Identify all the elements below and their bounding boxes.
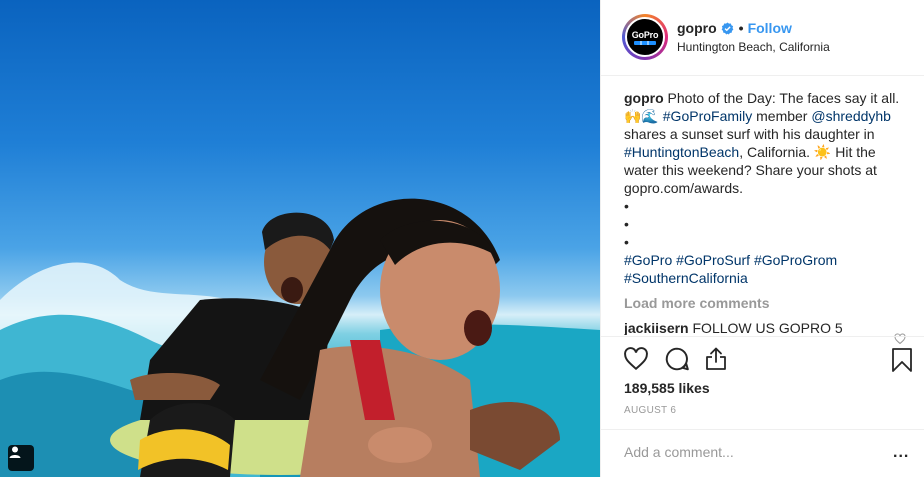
hashtag-gopro[interactable]: #GoPro: [624, 252, 672, 268]
hashtag-huntington-beach[interactable]: #HuntingtonBeach: [624, 144, 739, 160]
post-date[interactable]: AUGUST 6: [624, 405, 676, 416]
comment-input[interactable]: [624, 444, 864, 460]
comment-icon[interactable]: [664, 346, 690, 372]
bookmark-icon[interactable]: [891, 347, 913, 373]
add-comment-section: ...: [601, 429, 924, 477]
mention-shreddyhb[interactable]: @shreddyhb: [811, 108, 891, 124]
surf-photo-illustration: [0, 198, 600, 477]
verified-badge-icon: [721, 21, 734, 35]
caption-bullet: •: [624, 198, 629, 214]
avatar-logo-text: GoPro: [631, 29, 659, 40]
more-options-button[interactable]: ...: [893, 444, 909, 462]
post-detail-panel: GoPro gopro • Follow Huntington Beach, C…: [600, 0, 924, 477]
caption: gopro Photo of the Day: The faces say it…: [624, 89, 908, 287]
caption-text-2: member: [756, 108, 808, 124]
user-tag-icon: [9, 446, 21, 458]
caption-bullet: •: [624, 216, 629, 232]
hashtag-goprogrom[interactable]: #GoProGrom: [754, 252, 837, 268]
gopro-logo: GoPro: [625, 17, 665, 57]
post-photo[interactable]: [0, 0, 600, 477]
location-link[interactable]: Huntington Beach, California: [677, 40, 830, 54]
follow-button[interactable]: Follow: [748, 20, 792, 36]
comment-author[interactable]: jackiisern: [624, 320, 689, 335]
load-more-comments-button[interactable]: Load more comments: [624, 294, 908, 312]
hashtag-gopro-family[interactable]: #GoProFamily: [663, 108, 752, 124]
post-header: GoPro gopro • Follow Huntington Beach, C…: [601, 0, 924, 76]
hashtag-southern-california[interactable]: #SouthernCalifornia: [624, 270, 748, 286]
caption-author[interactable]: gopro: [624, 90, 664, 106]
separator-dot: •: [738, 20, 744, 36]
avatar-logo-bar: [634, 40, 656, 45]
likes-count[interactable]: 189,585 likes: [624, 380, 710, 396]
username-row: gopro • Follow: [677, 20, 792, 36]
username-link[interactable]: gopro: [677, 20, 717, 36]
heart-icon[interactable]: [623, 346, 649, 372]
tag-people-button[interactable]: [8, 445, 34, 471]
share-icon[interactable]: [704, 346, 728, 372]
caption-text-3: shares a sunset surf with his daughter i…: [624, 126, 875, 142]
hashtag-goprosurf[interactable]: #GoProSurf: [676, 252, 750, 268]
caption-bullet: •: [624, 234, 629, 250]
post-actions: 189,585 likes AUGUST 6 ...: [601, 336, 924, 477]
comment-text: FOLLOW US GOPRO 5: [692, 320, 843, 335]
avatar[interactable]: GoPro: [622, 14, 668, 60]
comments-list[interactable]: gopro Photo of the Day: The faces say it…: [624, 89, 908, 335]
comment-item: jackiisern FOLLOW US GOPRO 5: [624, 319, 908, 335]
